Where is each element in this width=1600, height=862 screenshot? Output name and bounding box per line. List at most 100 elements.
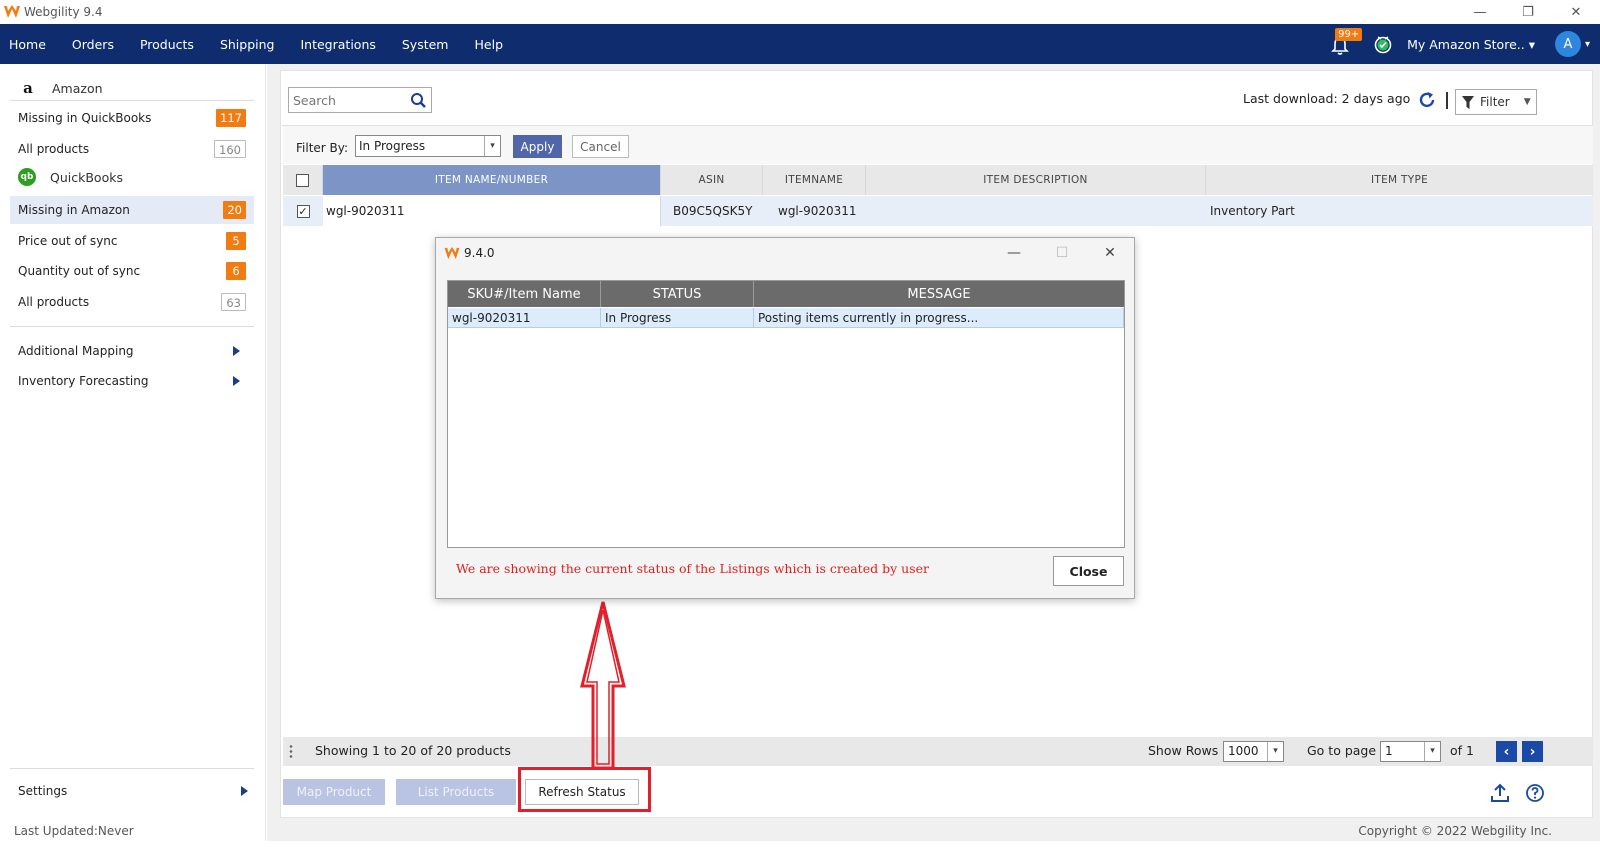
search-input[interactable] [289,88,407,112]
sidebar-item-additional-mapping[interactable]: Additional Mapping [10,337,254,365]
nav-products[interactable]: Products [127,37,207,52]
dialog-close-x-button[interactable]: ✕ [1096,244,1124,262]
sidebar-item-price-out-of-sync[interactable]: Price out of sync 5 [10,227,254,255]
last-download-text: Last download: 2 days ago [1243,91,1411,106]
sidebar-item-amazon-all-products[interactable]: All products 160 [10,135,254,163]
help-icon[interactable] [1525,783,1545,803]
sidebar: a Amazon Missing in QuickBooks 117 All p… [0,64,266,841]
nav-orders[interactable]: Orders [59,37,127,52]
chevron-right-icon [233,376,240,386]
count-badge: 20 [223,201,246,219]
restore-button[interactable]: ❐ [1504,0,1552,24]
sidebar-item-inventory-forecasting[interactable]: Inventory Forecasting [10,367,254,395]
map-product-button[interactable]: Map Product [283,779,385,805]
sync-check-icon[interactable] [1373,34,1393,54]
store-selector[interactable]: My Amazon Store.. ▾ [1407,37,1535,52]
filter-button[interactable]: Filter ▼ [1455,89,1537,115]
minimize-button[interactable]: — [1456,0,1504,24]
dialog-minimize-button[interactable]: — [1000,244,1028,262]
sidebar-item-label: Inventory Forecasting [18,374,149,388]
quickbooks-section-heading: qb QuickBooks [18,168,123,186]
dialog-titlebar: 9.4.0 [444,246,495,260]
nav-help[interactable]: Help [462,37,517,52]
page-select[interactable]: 1 ▾ [1380,741,1441,762]
search-icon[interactable] [410,92,427,109]
sidebar-item-settings[interactable]: Settings [10,777,254,805]
cell-description [883,196,1203,226]
select-all-checkbox[interactable] [296,173,309,187]
store-name: My Amazon Store.. [1407,36,1525,52]
show-rows-select[interactable]: 1000 ▾ [1223,741,1284,762]
dialog-title: 9.4.0 [464,246,495,260]
grid-header: ITEM NAME/NUMBER ASIN ITEMNAME ITEM DESC… [283,165,1593,195]
sidebar-item-label: All products [18,295,90,309]
sidebar-item-quickbooks-all-products[interactable]: All products 63 [10,288,254,316]
main-nav: Home Orders Products Shipping Integratio… [0,24,1600,64]
table-row[interactable]: ✓ wgl-9020311 B09C5QSK5Y wgl-9020311 Inv… [283,196,1593,226]
filter-status-select[interactable]: In Progress ▾ [355,135,501,157]
column-header-status[interactable]: STATUS [601,281,754,307]
nav-system[interactable]: System [389,37,462,52]
chevron-down-icon: ▼ [1523,97,1531,107]
cancel-button[interactable]: Cancel [572,135,629,158]
amazon-heading-label: Amazon [52,80,103,96]
sidebar-item-missing-in-amazon[interactable]: Missing in Amazon 20 [10,196,254,224]
close-window-button[interactable]: ✕ [1552,0,1600,24]
sidebar-item-label: Settings [18,784,68,798]
divider [10,100,254,101]
divider [1446,92,1448,109]
count-badge: 63 [221,293,246,311]
notification-badge: 99+ [1335,28,1363,41]
refresh-icon[interactable] [1417,90,1437,110]
chevron-right-icon [241,786,248,796]
column-header-item-type[interactable]: ITEM TYPE [1206,165,1593,195]
chevron-right-icon: › [1529,743,1536,760]
close-button[interactable]: Close [1053,556,1124,586]
last-updated-status: Last Updated:Never [14,824,134,838]
cell-status: In Progress [601,308,754,328]
cell-itemname: wgl-9020311 [778,204,857,218]
show-rows-label: Show Rows [1148,743,1219,758]
grip-handle-icon[interactable] [289,744,293,760]
cell-asin: B09C5QSK5Y [673,204,753,218]
column-header-item-description[interactable]: ITEM DESCRIPTION [866,165,1206,195]
cell-message: Posting items currently in progress... [754,308,1124,328]
chevron-right-icon [233,346,240,356]
sidebar-item-quantity-out-of-sync[interactable]: Quantity out of sync 6 [10,257,254,285]
amazon-icon: a [23,79,33,97]
search-box [288,87,432,113]
status-dialog: 9.4.0 — ☐ ✕ SKU#/Item Name STATUS MESSAG… [435,237,1135,599]
status-grid: SKU#/Item Name STATUS MESSAGE wgl-902031… [447,280,1125,548]
filter-selected-value: In Progress [359,139,426,153]
notifications-button[interactable]: 99+ [1329,28,1363,56]
count-badge: 117 [216,109,246,127]
column-header-itemname[interactable]: ITEMNAME [763,165,866,195]
sidebar-item-label: Quantity out of sync [18,264,141,278]
column-header-message[interactable]: MESSAGE [754,281,1124,307]
column-header-asin[interactable]: ASIN [661,165,763,195]
sidebar-item-label: All products [18,142,90,156]
avatar[interactable]: A [1554,31,1581,57]
prev-page-button[interactable]: ‹ [1496,741,1517,762]
chevron-down-icon: ▾ [484,136,500,156]
upload-icon[interactable] [1490,783,1510,803]
nav-home[interactable]: Home [0,37,59,52]
divider [10,326,254,327]
sidebar-item-missing-in-quickbooks[interactable]: Missing in QuickBooks 117 [10,104,254,132]
apply-button[interactable]: Apply [513,135,562,158]
column-header-item-name[interactable]: ITEM NAME/NUMBER [323,165,661,195]
count-badge: 5 [226,232,246,250]
list-products-button[interactable]: List Products [396,779,516,805]
row-checkbox[interactable]: ✓ [296,204,310,218]
column-header-sku[interactable]: SKU#/Item Name [448,281,601,307]
sidebar-item-label: Price out of sync [18,234,118,248]
up-arrow-annotation-icon [580,601,626,770]
nav-shipping[interactable]: Shipping [207,37,288,52]
webgility-logo-icon [4,5,20,18]
webgility-logo-icon [444,246,460,259]
dialog-maximize-button[interactable]: ☐ [1048,244,1076,262]
cell-item-name: wgl-9020311 [323,196,661,226]
chevron-down-icon[interactable]: ▾ [1585,39,1590,50]
nav-integrations[interactable]: Integrations [287,37,388,52]
next-page-button[interactable]: › [1522,741,1543,762]
